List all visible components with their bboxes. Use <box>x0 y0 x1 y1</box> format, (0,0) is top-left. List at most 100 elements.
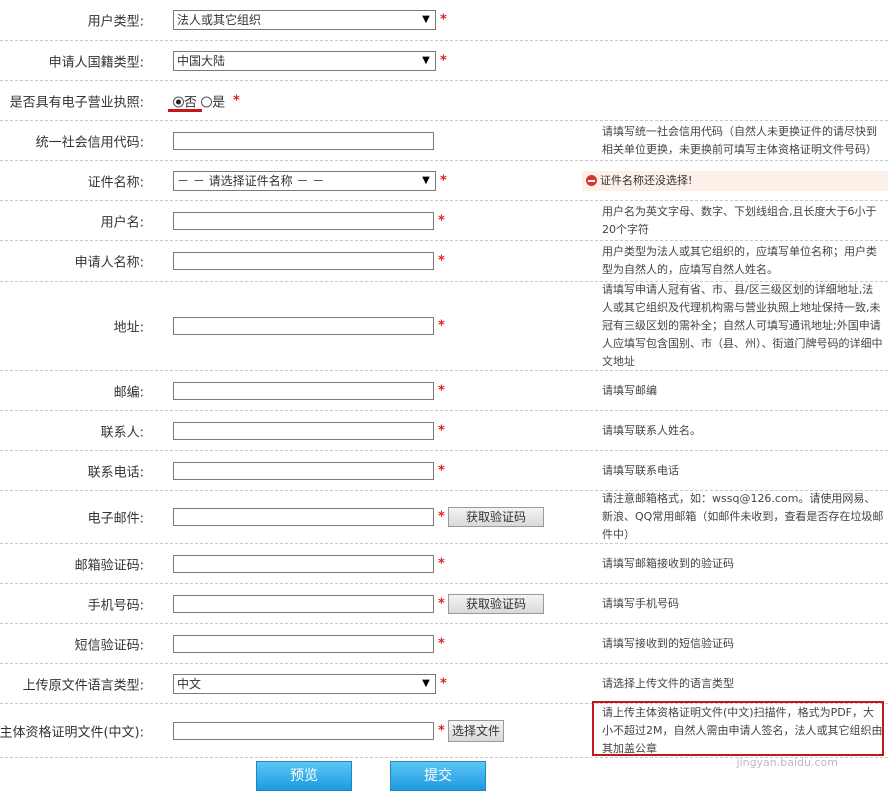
choose-file-button[interactable]: 选择文件 <box>448 719 504 742</box>
email-code-label: 邮箱验证码: <box>74 558 144 573</box>
row-mobile: 手机号码: * 获取验证码 请填写手机号码 <box>0 584 888 624</box>
address-label: 地址: <box>113 320 144 336</box>
row-cert-name: 证件名称: － － 请选择证件名称 － － ▼ * 证件名称还没选择! <box>0 161 888 201</box>
required-mark: * <box>438 596 445 611</box>
sms-code-hint: 请填写接收到的短信验证码 <box>602 636 734 650</box>
phone-hint: 请填写联系电话 <box>602 463 679 477</box>
required-mark: * <box>438 253 445 269</box>
row-contact: 联系人: * 请填写联系人姓名。 <box>0 411 888 451</box>
required-mark: * <box>438 423 445 438</box>
contact-label: 联系人: <box>100 425 144 440</box>
row-phone: 联系电话: * 请填写联系电话 <box>0 451 888 491</box>
row-credit-code: 统一社会信用代码: 请填写统一社会信用代码（自然人未更换证件的请尽快到相关单位更… <box>0 121 888 161</box>
cert-name-label: 证件名称: <box>87 175 144 190</box>
applicant-name-input[interactable] <box>173 252 434 270</box>
credit-code-input[interactable] <box>173 131 434 150</box>
required-mark: * <box>440 173 447 188</box>
required-mark: * <box>438 723 445 738</box>
contact-input[interactable] <box>173 421 434 440</box>
nationality-value: 中国大陆 <box>177 53 226 68</box>
postcode-input[interactable] <box>173 381 434 400</box>
required-mark: * <box>438 318 445 334</box>
row-email: 电子邮件: * 获取验证码 请注意邮箱格式，如：wssq@126.com。请使用… <box>0 491 888 544</box>
email-code-hint: 请填写邮箱接收到的验证码 <box>602 556 734 570</box>
watermark: jingyan.baidu.com <box>736 756 838 769</box>
doc-upload-input[interactable] <box>173 721 434 740</box>
email-wrap <box>173 508 434 526</box>
nationality-label: 申请人国籍类型: <box>48 55 144 70</box>
mobile-label: 手机号码: <box>87 598 144 613</box>
language-select[interactable]: 中文 ▼ <box>173 673 436 694</box>
row-sms-code: 短信验证码: * 请填写接收到的短信验证码 <box>0 624 888 664</box>
postcode-label: 邮编: <box>113 385 144 400</box>
row-username: 用户名: * 用户名为英文字母、数字、下划线组合,且长度大于6小于20个字符 <box>0 201 888 241</box>
doc-upload-wrap <box>173 721 434 740</box>
address-hint: 请填写申请人冠有省、市、县/区三级区划的详细地址,法人或其它组织及代理机构需与营… <box>602 283 883 368</box>
radio-yes[interactable] <box>201 96 213 107</box>
language-hint: 请选择上传文件的语言类型 <box>602 676 734 690</box>
username-hint: 用户名为英文字母、数字、下划线组合,且长度大于6小于20个字符 <box>602 204 877 236</box>
language-label: 上传原文件语言类型: <box>22 678 144 693</box>
sms-code-input[interactable] <box>173 634 434 653</box>
username-input[interactable] <box>173 211 434 230</box>
red-highlight-box <box>592 701 884 756</box>
credit-code-label: 统一社会信用代码: <box>35 135 144 150</box>
phone-input[interactable] <box>173 461 434 480</box>
cert-name-error-text: 证件名称还没选择! <box>600 173 693 187</box>
doc-upload-label: 主体资格证明文件(中文): <box>0 725 144 740</box>
radio-no[interactable] <box>173 96 184 107</box>
chevron-down-icon: ▼ <box>422 54 430 66</box>
address-input[interactable] <box>173 317 434 335</box>
preview-button[interactable]: 预览 <box>256 761 352 791</box>
row-applicant-name: 申请人名称: * 用户类型为法人或其它组织的，应填写单位名称；用户类型为自然人的… <box>0 241 888 282</box>
chevron-down-icon: ▼ <box>422 14 430 25</box>
required-mark: * <box>438 463 445 478</box>
applicant-name-hint: 用户类型为法人或其它组织的，应填写单位名称；用户类型为自然人的，应填写自然人姓名… <box>602 245 877 276</box>
cert-name-error: 证件名称还没选择! <box>582 170 888 191</box>
required-mark: * <box>440 676 447 691</box>
e-license-radios: 否 是 <box>173 91 225 110</box>
contact-wrap <box>173 421 434 440</box>
required-mark: * <box>233 93 240 108</box>
user-type-select[interactable]: 法人或其它组织 ▼ <box>173 10 436 30</box>
row-postcode: 邮编: * 请填写邮编 <box>0 371 888 411</box>
required-mark: * <box>438 509 445 525</box>
cert-name-value: － － 请选择证件名称 － － <box>177 173 325 188</box>
username-label: 用户名: <box>100 215 144 230</box>
email-get-code-button[interactable]: 获取验证码 <box>448 507 544 527</box>
user-type-value: 法人或其它组织 <box>177 13 262 27</box>
row-nationality: 申请人国籍类型: 中国大陆 ▼ * <box>0 41 888 81</box>
required-mark: * <box>438 213 445 228</box>
row-email-code: 邮箱验证码: * 请填写邮箱接收到的验证码 <box>0 544 888 584</box>
mobile-get-code-button[interactable]: 获取验证码 <box>448 593 544 614</box>
phone-wrap <box>173 461 434 480</box>
email-input[interactable] <box>173 508 434 526</box>
row-e-license: 是否具有电子营业执照: 否 是 * <box>0 81 888 121</box>
mobile-input[interactable] <box>173 594 434 613</box>
nationality-select[interactable]: 中国大陆 ▼ <box>173 50 436 71</box>
chevron-down-icon: ▼ <box>422 174 430 186</box>
address-wrap <box>173 317 434 335</box>
red-underline-annotation <box>168 109 202 112</box>
submit-button[interactable]: 提交 <box>390 761 486 791</box>
username-wrap <box>173 211 434 230</box>
error-icon <box>586 174 597 186</box>
radio-yes-label[interactable]: 是 <box>212 95 225 110</box>
mobile-hint: 请填写手机号码 <box>602 596 679 610</box>
email-code-input[interactable] <box>173 554 434 573</box>
required-mark: * <box>440 12 447 28</box>
user-type-label: 用户类型: <box>87 14 144 30</box>
cert-name-select[interactable]: － － 请选择证件名称 － － ▼ <box>173 170 436 191</box>
applicant-name-label: 申请人名称: <box>74 255 144 271</box>
email-code-wrap <box>173 554 434 573</box>
row-user-type: 用户类型: 法人或其它组织 ▼ * <box>0 0 888 41</box>
postcode-hint: 请填写邮编 <box>602 383 657 397</box>
language-value: 中文 <box>177 676 202 691</box>
chevron-down-icon: ▼ <box>422 677 430 689</box>
required-mark: * <box>438 383 445 398</box>
radio-no-label[interactable]: 否 <box>184 95 197 110</box>
postcode-wrap <box>173 381 434 400</box>
required-mark: * <box>438 556 445 571</box>
required-mark: * <box>440 53 447 68</box>
mobile-wrap <box>173 594 434 613</box>
